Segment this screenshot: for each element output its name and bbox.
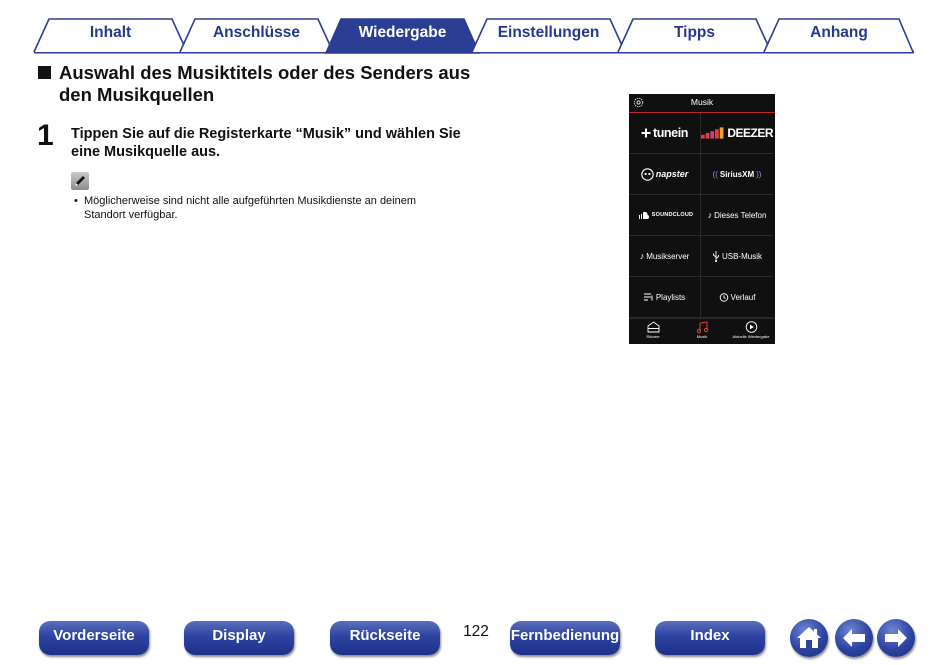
siriusxm-logo: SiriusXM bbox=[719, 169, 755, 179]
playlists-label: Playlists bbox=[655, 292, 686, 302]
source-deezer[interactable]: DEEZER bbox=[701, 113, 773, 154]
nav-raeume-label: Räume bbox=[646, 334, 660, 339]
playlist-icon bbox=[643, 293, 653, 301]
history-icon bbox=[719, 293, 728, 302]
front-panel-button[interactable]: Vorderseite bbox=[39, 621, 149, 655]
verlauf-label: Verlauf bbox=[730, 292, 756, 302]
step-text: Tippen Sie auf die Registerkarte “Musik”… bbox=[71, 126, 461, 160]
rooms-icon bbox=[647, 321, 659, 333]
music-icon bbox=[696, 321, 708, 333]
tab-anschluesse[interactable]: Anschlüsse bbox=[195, 23, 318, 43]
source-usb-musik[interactable]: USB-Musik bbox=[701, 236, 773, 277]
source-musikserver[interactable]: ♪ Musikserver bbox=[629, 236, 701, 277]
tunein-logo: tunein bbox=[652, 126, 689, 140]
source-dieses-telefon[interactable]: ♪ Dieses Telefon bbox=[701, 195, 773, 236]
remote-control-button[interactable]: Fernbedienung bbox=[510, 621, 620, 655]
arrow-left-icon bbox=[843, 629, 865, 647]
nav-musik[interactable]: Musik bbox=[678, 321, 726, 339]
soundcloud-logo: SOUNDCLOUD bbox=[651, 212, 694, 218]
previous-page-button[interactable] bbox=[835, 619, 873, 657]
source-verlauf[interactable]: Verlauf bbox=[701, 277, 773, 318]
siriusxm-waves-left-icon: (( bbox=[712, 169, 718, 179]
nav-aktuelle-wiedergabe-label: Aktuelle Wiedergabe bbox=[732, 334, 770, 339]
app-title: Musik bbox=[690, 97, 714, 107]
tab-bar: Inhalt Anschlüsse Wiedergabe Einstellung… bbox=[0, 0, 950, 56]
app-screenshot: Musik tunein DEEZER napster (( SiriusXM … bbox=[629, 94, 775, 344]
deezer-logo: DEEZER bbox=[727, 126, 773, 140]
rear-panel-button[interactable]: Rückseite bbox=[330, 621, 440, 655]
nav-raeume[interactable]: Räume bbox=[629, 321, 677, 339]
step-number: 1 bbox=[37, 119, 54, 152]
source-tunein[interactable]: tunein bbox=[629, 113, 701, 154]
square-bullet-icon bbox=[38, 66, 51, 79]
usb-musik-label: USB-Musik bbox=[721, 251, 762, 261]
app-header: Musik bbox=[629, 94, 775, 113]
section-title-text: Auswahl des Musiktitels oder des Senders… bbox=[59, 62, 471, 105]
source-napster[interactable]: napster bbox=[629, 154, 701, 195]
section-title: Auswahl des Musiktitels oder des Senders… bbox=[38, 62, 478, 106]
source-siriusxm[interactable]: (( SiriusXM )) bbox=[701, 154, 773, 195]
dieses-telefon-label: Dieses Telefon bbox=[714, 210, 767, 220]
tab-wiedergabe[interactable]: Wiedergabe bbox=[341, 23, 464, 43]
deezer-bars-icon bbox=[701, 127, 724, 139]
app-bottom-nav: Räume Musik Aktuelle Wiedergabe bbox=[629, 318, 775, 345]
musikserver-label: Musikserver bbox=[646, 251, 690, 261]
arrow-right-icon bbox=[885, 629, 907, 647]
next-page-button[interactable] bbox=[877, 619, 915, 657]
music-note-icon: ♪ bbox=[639, 251, 645, 261]
home-icon bbox=[797, 627, 821, 648]
display-button[interactable]: Display bbox=[184, 621, 294, 655]
tunein-plus-icon bbox=[641, 128, 651, 138]
note-text: Möglicherweise sind nicht alle aufgeführ… bbox=[84, 195, 417, 221]
tab-inhalt[interactable]: Inhalt bbox=[49, 23, 172, 43]
nav-musik-label: Musik bbox=[696, 334, 708, 339]
page-number: 122 bbox=[463, 623, 489, 640]
tab-einstellungen[interactable]: Einstellungen bbox=[487, 23, 610, 43]
play-icon bbox=[745, 321, 757, 333]
usb-icon bbox=[713, 250, 719, 262]
pencil-note-icon bbox=[71, 172, 89, 190]
tab-tipps[interactable]: Tipps bbox=[633, 23, 756, 43]
siriusxm-waves-right-icon: )) bbox=[756, 169, 762, 179]
napster-head-icon bbox=[640, 167, 654, 181]
source-playlists[interactable]: Playlists bbox=[629, 277, 701, 318]
home-button[interactable] bbox=[790, 619, 828, 657]
tab-anhang[interactable]: Anhang bbox=[779, 23, 899, 43]
soundcloud-cloud-icon bbox=[638, 211, 649, 219]
source-soundcloud[interactable]: SOUNDCLOUD bbox=[629, 195, 701, 236]
index-button[interactable]: Index bbox=[655, 621, 765, 655]
napster-logo: napster bbox=[655, 169, 689, 179]
music-note-icon: ♪ bbox=[707, 210, 713, 220]
nav-aktuelle-wiedergabe[interactable]: Aktuelle Wiedergabe bbox=[727, 321, 775, 339]
note-bullet: • bbox=[74, 195, 78, 207]
